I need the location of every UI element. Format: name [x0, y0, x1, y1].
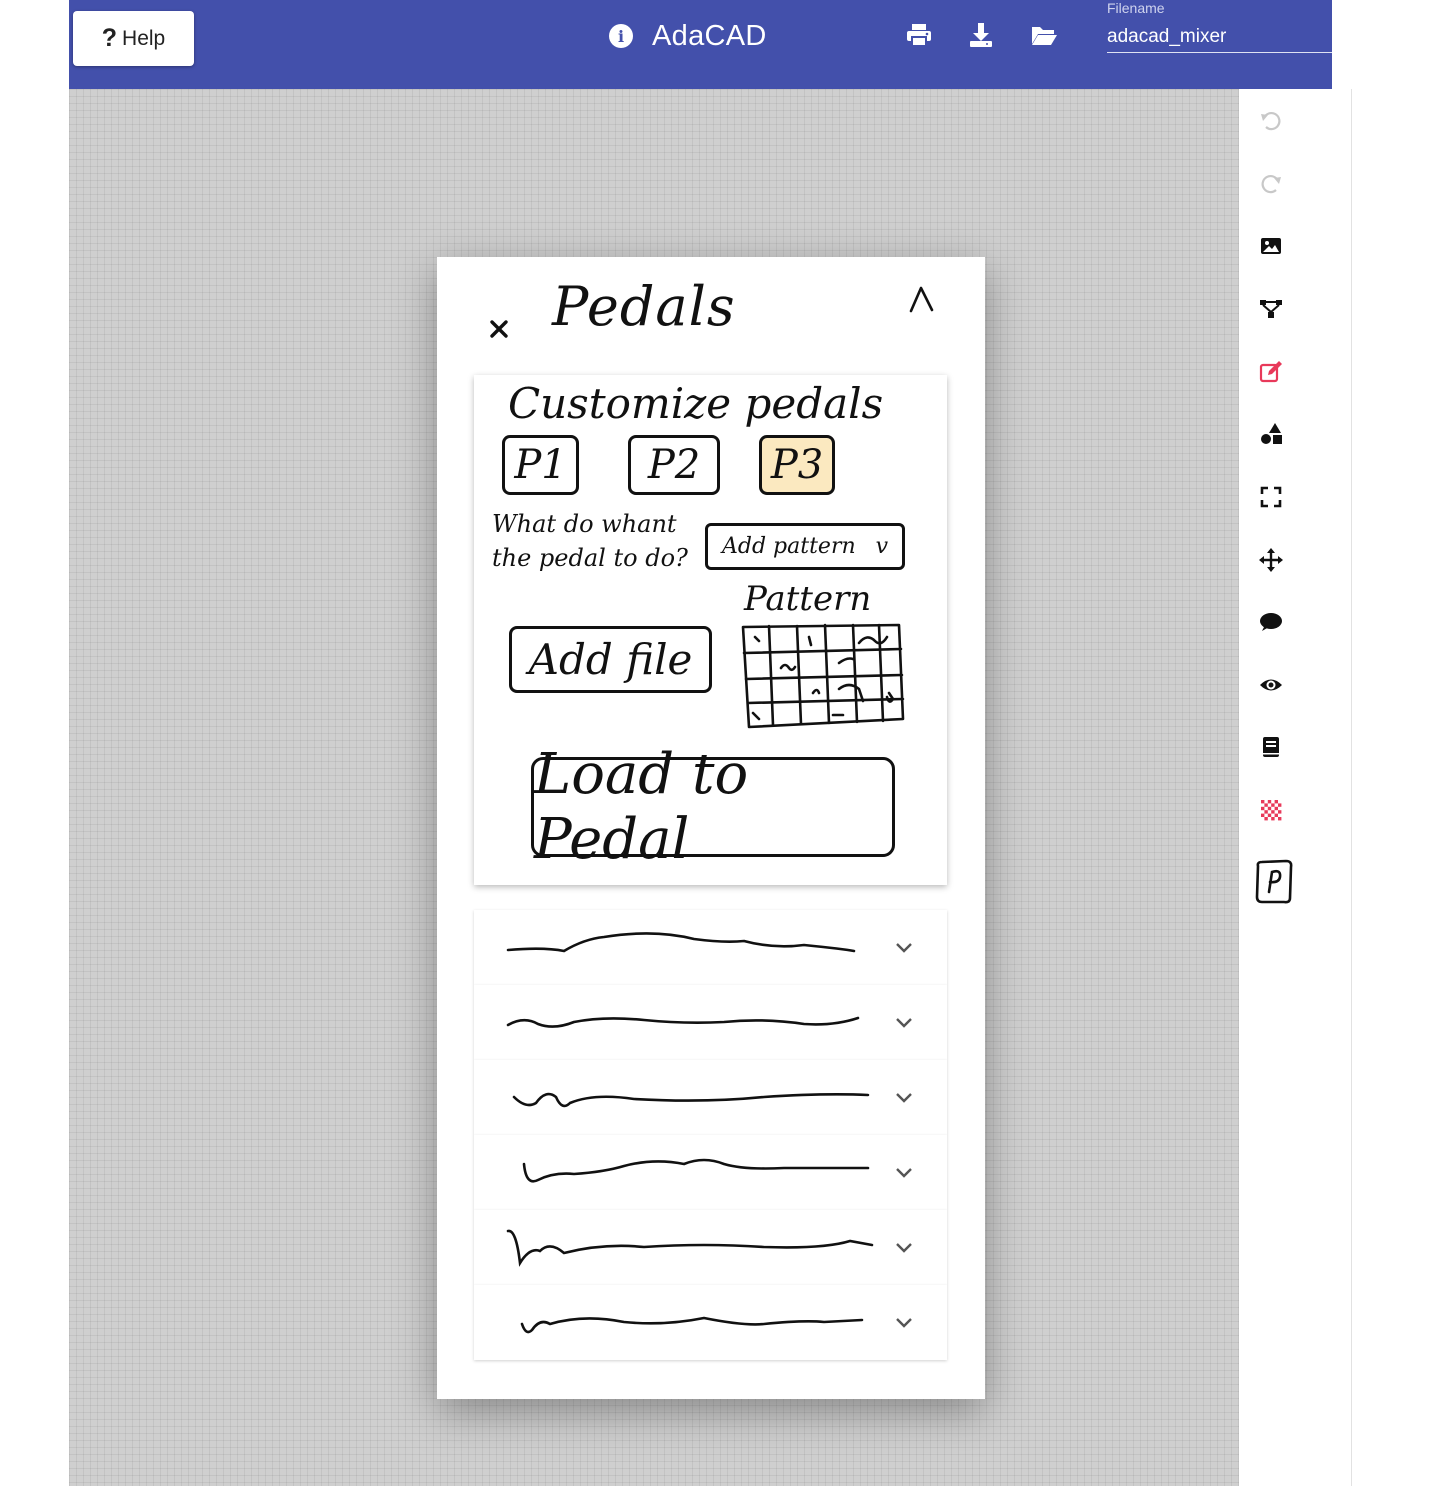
- top-toolbar: ? Help i AdaCAD Filename: [69, 0, 1332, 89]
- print-icon[interactable]: [905, 22, 933, 48]
- accordion-row[interactable]: [474, 985, 947, 1060]
- chevron-down-icon: v: [875, 534, 888, 559]
- pedal-p3-button[interactable]: P3: [759, 435, 835, 495]
- pedal-question-text: What do whant the pedal to do?: [492, 510, 688, 572]
- caret-up-icon[interactable]: [907, 284, 937, 314]
- pedal-action-dropdown[interactable]: Add pattern v: [705, 523, 905, 570]
- accordion-row[interactable]: [474, 1135, 947, 1210]
- pedal-p-icon[interactable]: [1253, 859, 1295, 905]
- book-icon[interactable]: [1257, 733, 1285, 761]
- network-icon[interactable]: [1257, 295, 1285, 323]
- accordion-row[interactable]: [474, 1210, 947, 1285]
- accordion-row[interactable]: [474, 1060, 947, 1135]
- chevron-down-icon: [896, 943, 912, 953]
- eye-icon[interactable]: [1257, 671, 1285, 699]
- undo-icon[interactable]: [1257, 107, 1285, 135]
- accordion-row[interactable]: [474, 1285, 947, 1360]
- checker-icon[interactable]: [1257, 796, 1285, 824]
- image-icon[interactable]: [1257, 232, 1285, 260]
- modal-title: Pedals: [552, 275, 736, 338]
- folder-open-icon[interactable]: [1030, 22, 1058, 48]
- pedal-p1-button[interactable]: P1: [502, 435, 579, 495]
- app-window: ? Help i AdaCAD Filename adacad_mixer Pe…: [0, 0, 1431, 1486]
- help-button[interactable]: ? Help: [73, 11, 194, 66]
- dropdown-value: Add pattern: [722, 534, 856, 559]
- scribbled-label: [520, 1316, 864, 1334]
- filename-field: Filename: [1107, 0, 1333, 55]
- scribbled-label: [506, 932, 856, 953]
- card-title: Customize pedals: [508, 379, 884, 428]
- filename-label: Filename: [1107, 0, 1165, 16]
- move-icon[interactable]: [1257, 546, 1285, 574]
- chevron-down-icon: [896, 1168, 912, 1178]
- pedal-p2-button[interactable]: P2: [628, 435, 720, 495]
- redo-icon[interactable]: [1257, 170, 1285, 198]
- expand-icon[interactable]: [1257, 483, 1285, 511]
- scribbled-label: [522, 1158, 870, 1183]
- pedals-modal: Pedals Customize pedals P1 P2 P3 What do…: [437, 257, 985, 1399]
- edit-icon[interactable]: [1257, 358, 1285, 386]
- pedal-accordion: [474, 910, 947, 1360]
- scribbled-label: [512, 1092, 870, 1108]
- add-file-button[interactable]: Add file: [509, 626, 712, 693]
- chevron-down-icon: [896, 1243, 912, 1253]
- app-title: AdaCAD: [652, 19, 767, 52]
- close-icon[interactable]: [489, 319, 509, 339]
- question-icon: ?: [101, 24, 118, 52]
- comment-icon[interactable]: [1257, 608, 1285, 636]
- shapes-icon[interactable]: [1257, 420, 1285, 448]
- info-icon[interactable]: i: [609, 24, 633, 48]
- right-tool-rail: [1239, 89, 1352, 1486]
- chevron-down-icon: [896, 1318, 912, 1328]
- accordion-row[interactable]: [474, 910, 947, 985]
- help-label: Help: [122, 26, 166, 50]
- title-area: i AdaCAD: [609, 16, 767, 56]
- pattern-label: Pattern: [744, 579, 872, 619]
- customize-pedals-card: Customize pedals P1 P2 P3 What do whant …: [474, 375, 947, 885]
- pattern-grid-sketch: [741, 623, 905, 729]
- scribbled-label: [506, 1016, 860, 1028]
- chevron-down-icon: [896, 1093, 912, 1103]
- load-to-pedal-button[interactable]: Load to Pedal: [531, 742, 895, 872]
- download-icon[interactable]: [967, 22, 995, 48]
- scribbled-label: [506, 1229, 874, 1267]
- chevron-down-icon: [896, 1018, 912, 1028]
- filename-input[interactable]: [1107, 22, 1332, 53]
